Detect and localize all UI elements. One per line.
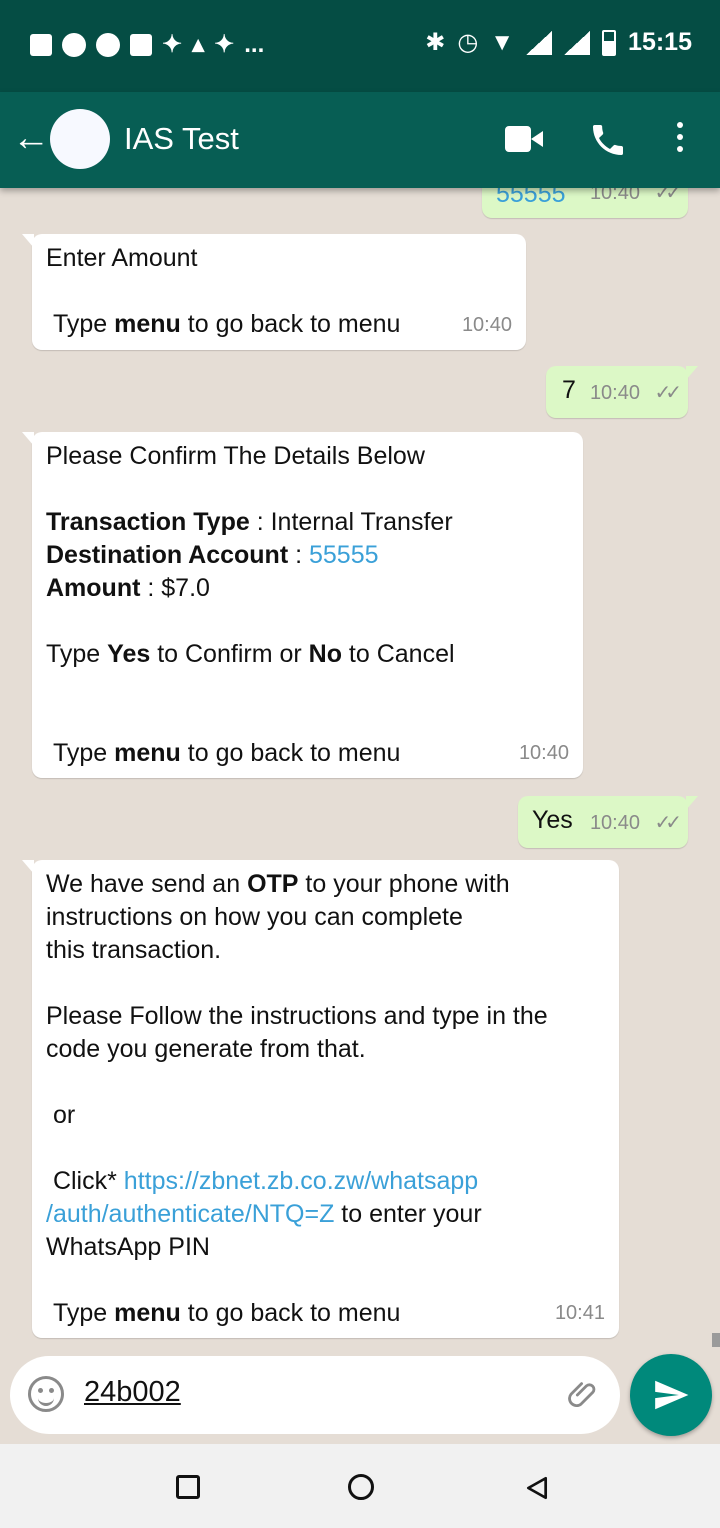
more-options-icon[interactable] [672, 122, 688, 158]
message-text: or [46, 1101, 76, 1129]
double-tick-icon: ✓✓ [654, 812, 681, 834]
message-time: 10:40 [461, 314, 512, 336]
message-time: 10:40 [518, 742, 569, 764]
message-text: instructions on how you can complete [46, 903, 463, 931]
emoji-icon[interactable] [28, 1376, 64, 1412]
circle-icon [96, 32, 120, 57]
more-notifications-icon: ... [244, 30, 265, 58]
message-input[interactable]: 24b002 [84, 1376, 181, 1409]
chrome-icon [62, 32, 86, 57]
avatar[interactable] [50, 109, 110, 169]
message-time: 10:40 [589, 188, 640, 204]
twitter-icon: ✦ [214, 31, 235, 58]
scrollbar[interactable] [712, 1333, 720, 1347]
message-footer: Type menu to go back to menu [53, 310, 401, 338]
message-text: We have send an OTP to your phone with [46, 870, 510, 898]
message-text: Enter Amount [46, 244, 198, 272]
message-text: 55555 [496, 188, 566, 208]
destination-account-row: Destination Account : 55555 [46, 541, 379, 569]
auth-link[interactable]: https://zbnet.zb.co.zw/whatsapp [124, 1167, 478, 1195]
battery-icon [602, 29, 617, 56]
message-time: 10:41 [554, 1302, 605, 1324]
incoming-message[interactable]: We have send an OTP to your phone with i… [22, 860, 619, 1338]
incoming-message[interactable]: Enter Amount Type menu to go back to men… [22, 234, 526, 350]
message-text: code you generate from that. [46, 1035, 366, 1063]
send-icon [655, 1380, 689, 1410]
message-text: WhatsApp PIN [46, 1233, 210, 1261]
composer: 24b002 [0, 1352, 720, 1444]
chat-title[interactable]: IAS Test [124, 121, 239, 157]
message-text: /auth/authenticate/NTQ=Z to enter your [46, 1200, 482, 1228]
notification-icons: ✦ ▴ ✦ ... [30, 30, 264, 59]
paperclip-icon[interactable] [566, 1378, 600, 1412]
wifi-icon: ▼ [490, 28, 515, 56]
message-text: Click* https://zbnet.zb.co.zw/whatsapp [46, 1167, 479, 1195]
gallery-icon [130, 33, 152, 56]
account-number-link[interactable]: 55555 [309, 541, 379, 569]
status-bar: ✦ ▴ ✦ ... ✱ ◷ ▼ 15:15 [0, 0, 720, 92]
signal-icon [526, 30, 553, 55]
incoming-message[interactable]: Please Confirm The Details Below Transac… [22, 432, 583, 778]
wifi-calling-icon: ▴ [192, 31, 205, 58]
system-navigation-bar [0, 1444, 720, 1528]
clock: 15:15 [628, 28, 692, 56]
facebook-icon [30, 33, 52, 56]
double-tick-icon: ✓✓ [654, 382, 681, 404]
message-text: Please Confirm The Details Below [46, 442, 425, 470]
double-tick-icon: ✓✓ [654, 188, 681, 204]
message-text: this transaction. [46, 936, 222, 964]
signal-icon [564, 30, 591, 55]
bluetooth-icon: ✱ [425, 29, 446, 56]
transaction-type-row: Transaction Type : Internal Transfer [46, 508, 453, 536]
amount-row: Amount : $7.0 [46, 574, 210, 602]
back-arrow-icon[interactable]: ← [12, 118, 50, 158]
message-footer: Type menu to go back to menu [53, 1299, 401, 1327]
twitter-icon: ✦ [162, 31, 183, 58]
confirm-instruction: Type Yes to Confirm or No to Cancel [46, 640, 455, 668]
message-time: 10:40 [589, 812, 640, 834]
outgoing-message[interactable]: 7 10:40 ✓✓ [546, 366, 698, 418]
outgoing-message[interactable]: Yes 10:40 ✓✓ [518, 796, 698, 848]
phone-call-icon[interactable] [588, 120, 628, 160]
message-input-container[interactable]: 24b002 [10, 1356, 620, 1434]
video-call-icon[interactable] [505, 126, 543, 152]
chat-area[interactable]: 55555 10:40 ✓✓ Enter Amount Type menu to… [0, 188, 720, 1445]
auth-link[interactable]: /auth/authenticate/NTQ=Z [46, 1200, 334, 1228]
recents-icon[interactable] [176, 1475, 200, 1499]
chat-header: ← IAS Test [0, 92, 720, 188]
home-icon[interactable] [348, 1474, 374, 1500]
alarm-icon: ◷ [457, 29, 479, 56]
message-time: 10:40 [589, 382, 640, 404]
message-text: Please Follow the instructions and type … [46, 1002, 548, 1030]
outgoing-message[interactable]: 55555 10:40 ✓✓ [482, 188, 688, 218]
message-footer: Type menu to go back to menu [53, 739, 401, 767]
back-icon[interactable] [524, 1474, 550, 1502]
send-button[interactable] [630, 1354, 712, 1436]
system-icons: ✱ ◷ ▼ 15:15 [425, 28, 692, 57]
